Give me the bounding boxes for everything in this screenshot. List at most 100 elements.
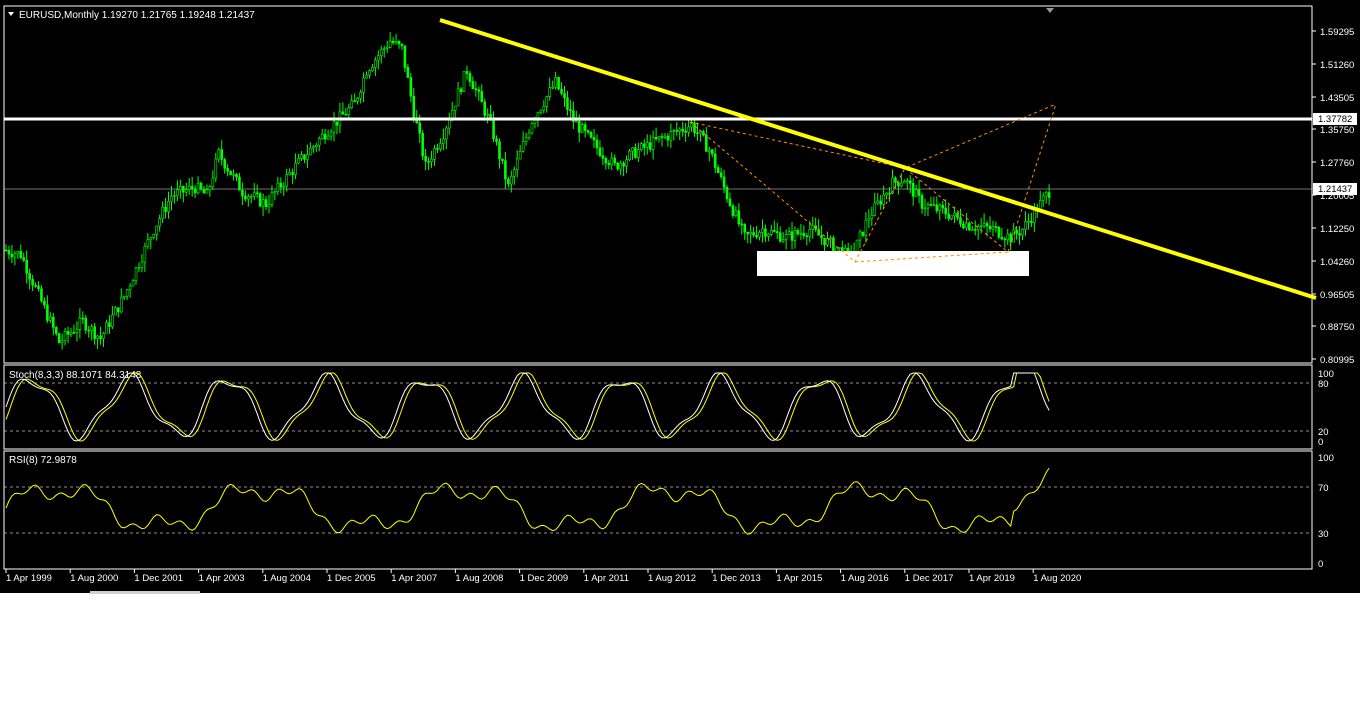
candle-body — [279, 182, 283, 188]
candle-body — [22, 257, 26, 261]
candle-body — [93, 326, 96, 339]
candle-body — [356, 97, 359, 102]
candle-body — [465, 71, 469, 74]
support-zone-rectangle[interactable] — [757, 251, 1029, 276]
candle-body — [317, 138, 321, 146]
chart-window[interactable]: EURUSD,Monthly 1.19270 1.21765 1.19248 1… — [0, 0, 1360, 593]
candle-body — [152, 234, 156, 238]
candle-body — [146, 239, 150, 247]
candle-body — [577, 120, 581, 133]
candle-body — [385, 47, 389, 49]
candle-body — [799, 232, 803, 235]
candle-body — [790, 231, 794, 241]
time-tick-label: 1 Aug 2000 — [70, 573, 118, 584]
candle-body — [306, 154, 309, 160]
candle-body — [235, 173, 238, 178]
candle-body — [63, 330, 67, 342]
time-tick-label: 1 Apr 2019 — [969, 573, 1015, 584]
candle-body — [719, 172, 723, 178]
triangle-down-icon[interactable] — [8, 12, 14, 16]
candle-body — [903, 181, 906, 184]
candle-body — [34, 284, 37, 287]
candle-body — [991, 226, 995, 230]
rsi-header: RSI(8) 72.9878 — [9, 455, 77, 466]
candle-body — [309, 147, 312, 156]
bottom-tab-indicator[interactable] — [90, 591, 200, 594]
candle-body — [480, 91, 484, 103]
scroll-marker-icon[interactable] — [1046, 8, 1054, 13]
candle-body — [761, 228, 764, 233]
candle-body — [684, 130, 687, 133]
candle-body — [932, 204, 936, 207]
candle-body — [560, 88, 563, 94]
candle-body — [767, 234, 770, 237]
candle-body — [1024, 221, 1027, 230]
candle-body — [634, 147, 637, 158]
candle-body — [391, 40, 395, 44]
candle-body — [973, 229, 977, 231]
candle-body — [377, 55, 380, 61]
candle-body — [589, 132, 593, 138]
candle-body — [539, 109, 543, 114]
candle-body — [740, 223, 744, 226]
candle-body — [734, 210, 738, 216]
candle-body — [1044, 192, 1048, 197]
candle-body — [214, 158, 218, 179]
candle-body — [81, 317, 85, 320]
chart-canvas[interactable]: EURUSD,Monthly 1.19270 1.21765 1.19248 1… — [0, 0, 1360, 593]
candle-body — [368, 70, 371, 76]
candle-body — [187, 185, 191, 190]
candle-body — [424, 155, 427, 162]
candle-body — [870, 215, 874, 219]
candle-body — [276, 182, 280, 192]
candle-body — [663, 135, 667, 138]
candle-body — [468, 73, 472, 82]
candle-body — [678, 128, 682, 132]
candle-body — [805, 235, 809, 238]
candle-body — [1006, 233, 1010, 240]
symbol-header: EURUSD,Monthly 1.19270 1.21765 1.19248 1… — [19, 10, 255, 21]
candle-body — [31, 279, 34, 286]
candle-body — [43, 300, 46, 306]
candle-body — [90, 326, 93, 331]
candle-body — [433, 148, 436, 160]
candle-body — [291, 172, 294, 175]
candle-body — [911, 183, 915, 197]
candle-body — [7, 249, 11, 255]
candle-body — [173, 195, 176, 197]
candle-body — [728, 198, 732, 206]
candle-body — [648, 142, 652, 150]
candle-body — [758, 232, 761, 238]
candle-body — [929, 204, 933, 206]
candle-body — [660, 136, 664, 138]
candle-body — [108, 322, 111, 327]
candle-body — [164, 206, 167, 212]
candle-body — [196, 182, 200, 194]
candle-body — [696, 132, 699, 135]
time-tick-label: 1 Aug 2012 — [648, 573, 696, 584]
current-price-tag: 1.21437 — [1318, 184, 1352, 195]
candle-body — [241, 189, 244, 197]
candle-body — [628, 150, 631, 161]
candle-body — [371, 67, 374, 72]
candle-body — [823, 237, 826, 246]
candle-body — [37, 285, 40, 290]
candle-body — [737, 210, 741, 225]
candle-body — [772, 229, 776, 232]
stoch-level-label: 80 — [1318, 379, 1329, 390]
candle-body — [430, 158, 433, 163]
candle-body — [459, 88, 463, 93]
candle-body — [835, 247, 838, 252]
candle-body — [527, 132, 531, 138]
candle-body — [161, 206, 164, 220]
candle-body — [167, 200, 170, 212]
candle-body — [1030, 220, 1033, 223]
candle-body — [273, 191, 277, 194]
candle-body — [111, 314, 114, 327]
time-tick-label: 1 Aug 2016 — [841, 573, 889, 584]
time-tick-label: 1 Dec 2013 — [712, 573, 761, 584]
rsi-panel-border — [3, 450, 1313, 570]
price-tick-label: 1.59295 — [1320, 27, 1354, 38]
candle-body — [598, 147, 602, 156]
candle-body — [861, 231, 865, 236]
